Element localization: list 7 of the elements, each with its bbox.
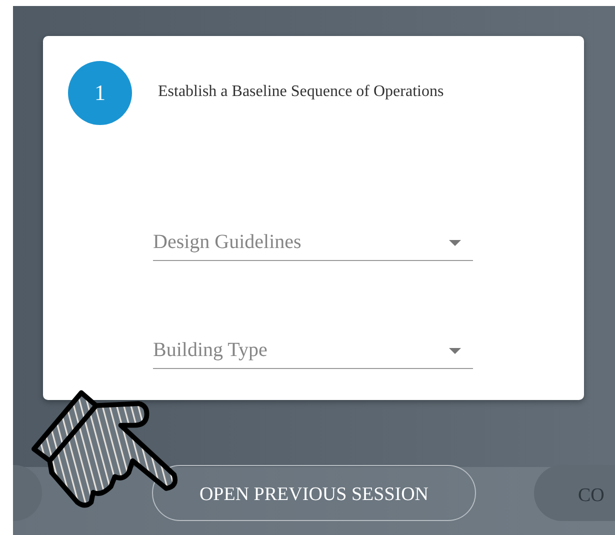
caret-icon: [449, 240, 461, 246]
step-number: 1: [68, 61, 132, 125]
dropdown-field[interactable]: Design Guidelines: [153, 209, 473, 261]
pointer-hand-icon: [30, 388, 180, 508]
caret-icon: [449, 348, 461, 354]
step-title: Establish a Baseline Sequence of Operations: [158, 82, 444, 100]
dropdown-field[interactable]: Building Type: [153, 317, 473, 369]
